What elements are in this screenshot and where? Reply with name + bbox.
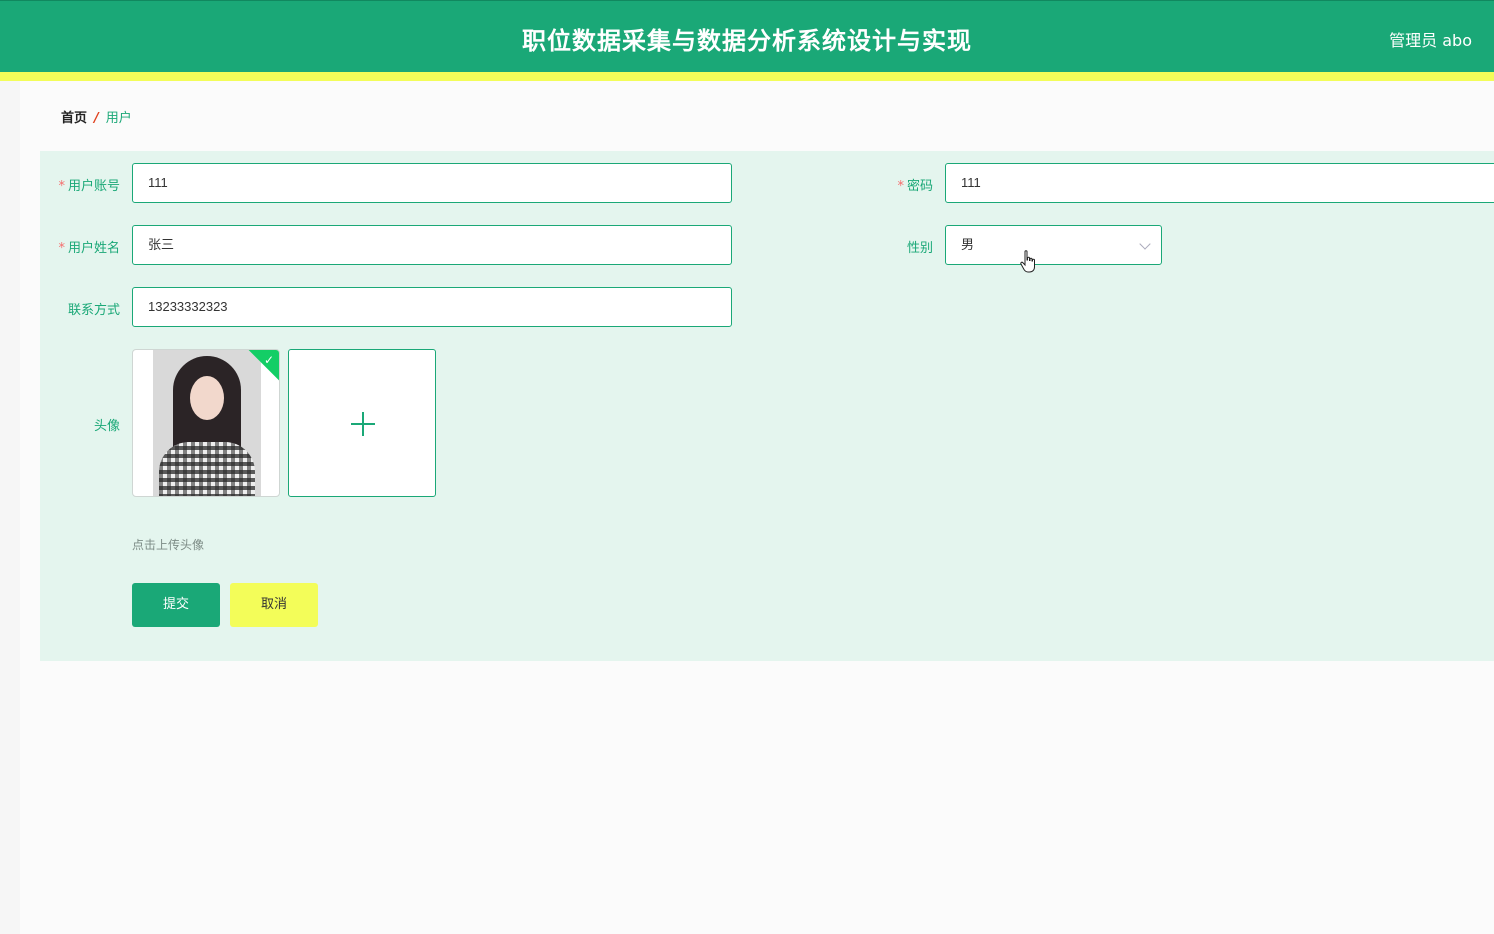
avatar-photo	[153, 350, 261, 496]
check-icon: ✓	[263, 353, 274, 367]
required-mark: *	[58, 179, 65, 194]
app-header: 职位数据采集与数据分析系统设计与实现 管理员 abo	[0, 0, 1494, 72]
chevron-down-icon	[1139, 238, 1151, 250]
cancel-button[interactable]: 取消	[230, 583, 318, 627]
left-gutter	[0, 81, 20, 934]
app-title: 职位数据采集与数据分析系统设计与实现	[522, 27, 972, 55]
required-mark: *	[897, 179, 904, 194]
name-label: * 用户姓名	[58, 241, 120, 256]
avatar-label: 头像	[93, 419, 120, 434]
gender-select[interactable]: 男	[945, 225, 1162, 265]
account-label: * 用户账号	[58, 179, 120, 194]
password-label: * 密码	[897, 179, 933, 194]
gender-label: 性别	[906, 241, 933, 256]
upload-tip: 点击上传头像	[132, 538, 205, 552]
header-accent-stripe	[0, 72, 1494, 81]
hand-cursor-icon	[1020, 250, 1035, 273]
phone-label: 联系方式	[67, 303, 120, 318]
breadcrumb-separator: /	[94, 111, 99, 126]
submit-button[interactable]: 提交	[132, 583, 220, 627]
password-input[interactable]: 111	[945, 163, 1494, 203]
phone-input[interactable]: 13233332323	[132, 287, 732, 327]
avatar-upload-button[interactable]	[288, 349, 436, 497]
name-input[interactable]: 张三	[132, 225, 732, 265]
breadcrumb-current: 用户	[105, 111, 132, 126]
user-form: * 用户账号 111 * 密码 111 * 用户姓名 张三 性别 男 联系方式 132…	[40, 151, 1494, 661]
breadcrumb: 首页 / 用户	[61, 107, 132, 126]
required-mark: *	[58, 241, 65, 256]
account-input[interactable]: 111	[132, 163, 732, 203]
current-user[interactable]: 管理员 abo	[1389, 27, 1472, 51]
avatar-preview[interactable]: ✓	[132, 349, 280, 497]
breadcrumb-home[interactable]: 首页	[61, 111, 87, 126]
gender-selected-value: 男	[961, 237, 975, 252]
